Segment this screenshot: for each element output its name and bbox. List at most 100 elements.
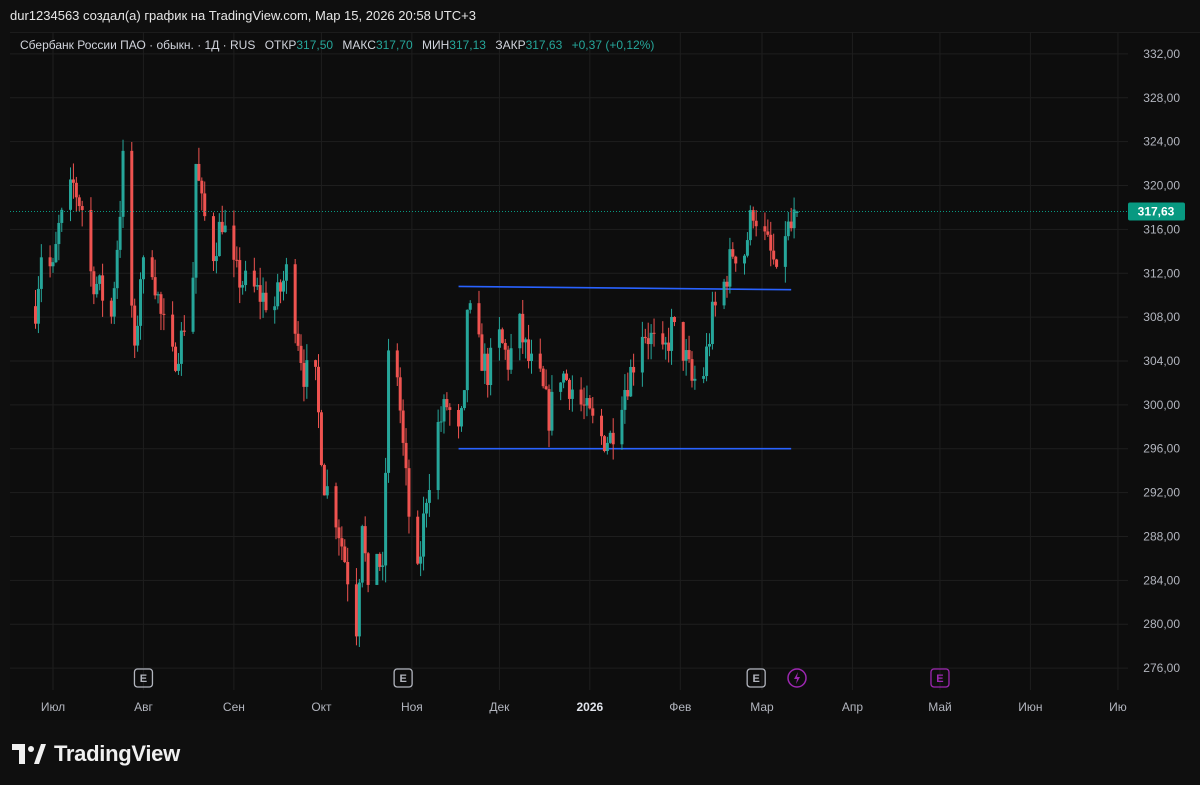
candle-body (54, 244, 58, 263)
candle-body (445, 399, 449, 408)
candle-body (378, 553, 382, 567)
candle-body (156, 294, 160, 296)
candle-body (457, 409, 461, 427)
candle-body (725, 281, 729, 287)
candle-body (527, 339, 531, 361)
candle-body (77, 197, 81, 207)
candle-body (337, 527, 341, 539)
grid-layer (10, 32, 1128, 690)
x-tick-label: Авг (134, 700, 153, 714)
candle-body (620, 409, 624, 445)
y-tick-label: 324,00 (1143, 135, 1180, 149)
candle-body (279, 282, 283, 292)
candle-body (670, 317, 674, 351)
candle-body (244, 270, 248, 286)
candle-body (459, 408, 463, 427)
y-tick-label: 300,00 (1143, 398, 1180, 412)
symbol-title: Сбербанк России ПАО · обыкн. · 1Д · RUS (20, 38, 256, 52)
candle-body (524, 339, 528, 343)
candle-body (360, 526, 364, 583)
candle-body (381, 565, 385, 567)
x-tick-label: Апр (842, 700, 864, 714)
candle-body (57, 222, 61, 245)
candle-body (293, 264, 297, 334)
candle-body (395, 350, 399, 378)
candle-body (384, 472, 388, 566)
y-tick-label: 296,00 (1143, 442, 1180, 456)
candle-body (702, 376, 706, 379)
candle-body (296, 333, 300, 346)
candle-body (684, 350, 688, 361)
candle-body (427, 490, 431, 503)
candle-body (302, 362, 306, 387)
candle-body (255, 285, 259, 287)
candle-body (404, 442, 408, 469)
candle-body (74, 182, 78, 198)
candle-body (664, 342, 668, 345)
low-value: 317,13 (449, 38, 486, 52)
candle-body (582, 404, 586, 406)
candle-body (707, 344, 711, 347)
x-tick-label: Окт (311, 700, 332, 714)
candle-body (363, 526, 367, 554)
candle-body (748, 210, 752, 241)
candle-body (191, 277, 195, 332)
candle-body (174, 346, 178, 371)
candle-body (375, 553, 379, 585)
candle-body (442, 399, 446, 422)
last-price-layer: 317,63 (10, 202, 1185, 221)
candle-body (728, 249, 732, 287)
candle-body (150, 257, 154, 278)
candle-body (89, 209, 93, 272)
candle-body (742, 255, 746, 264)
candle-body (588, 398, 592, 409)
candle-body (314, 360, 318, 367)
candle-body (343, 546, 347, 563)
y-tick-label: 308,00 (1143, 310, 1180, 324)
candle-body (182, 330, 186, 332)
candle-body (211, 216, 215, 262)
candle-body (223, 225, 227, 233)
x-tick-label: Май (928, 700, 952, 714)
candle-body (299, 345, 303, 363)
candle-body (731, 249, 735, 257)
candle-body (109, 300, 113, 317)
horizontal-trend-line (458, 285, 792, 291)
candle-body (623, 390, 627, 410)
candle-body (340, 538, 344, 547)
candle-body (130, 150, 134, 306)
candle-body (722, 281, 726, 306)
candle-body (416, 516, 420, 564)
candle-body (754, 220, 758, 227)
lightning-icon (794, 672, 801, 684)
candle-body (646, 338, 650, 345)
candle-body (33, 306, 37, 324)
candle-body (366, 553, 370, 585)
candle-body (786, 221, 790, 237)
candle-body (422, 513, 426, 557)
candle-body (92, 271, 96, 295)
y-tick-label: 328,00 (1143, 91, 1180, 105)
candle-body (570, 389, 574, 399)
candle-body (98, 275, 102, 284)
x-tick-label: Дек (489, 700, 510, 714)
candles-layer (33, 139, 799, 647)
candle-body (667, 342, 671, 351)
candle-body (112, 288, 116, 317)
candle-body (322, 464, 326, 496)
candle-body (276, 282, 280, 307)
price-chart[interactable]: 332,00 328,00 324,00 320,00 316,00 312,00 308,… (0, 0, 1200, 720)
open-value: 317,50 (296, 38, 334, 52)
earnings-letter: E (936, 673, 943, 685)
candle-body (713, 301, 717, 306)
candle-body (547, 389, 551, 431)
candle-body (261, 292, 265, 302)
candle-body (258, 285, 262, 302)
candle-body (775, 259, 779, 267)
candle-body (640, 336, 644, 373)
candle-body (238, 260, 242, 288)
candle-body (503, 342, 507, 350)
candle-body (264, 292, 268, 311)
candle-body (690, 359, 694, 381)
tradingview-logo[interactable]: TradingView (12, 740, 180, 768)
